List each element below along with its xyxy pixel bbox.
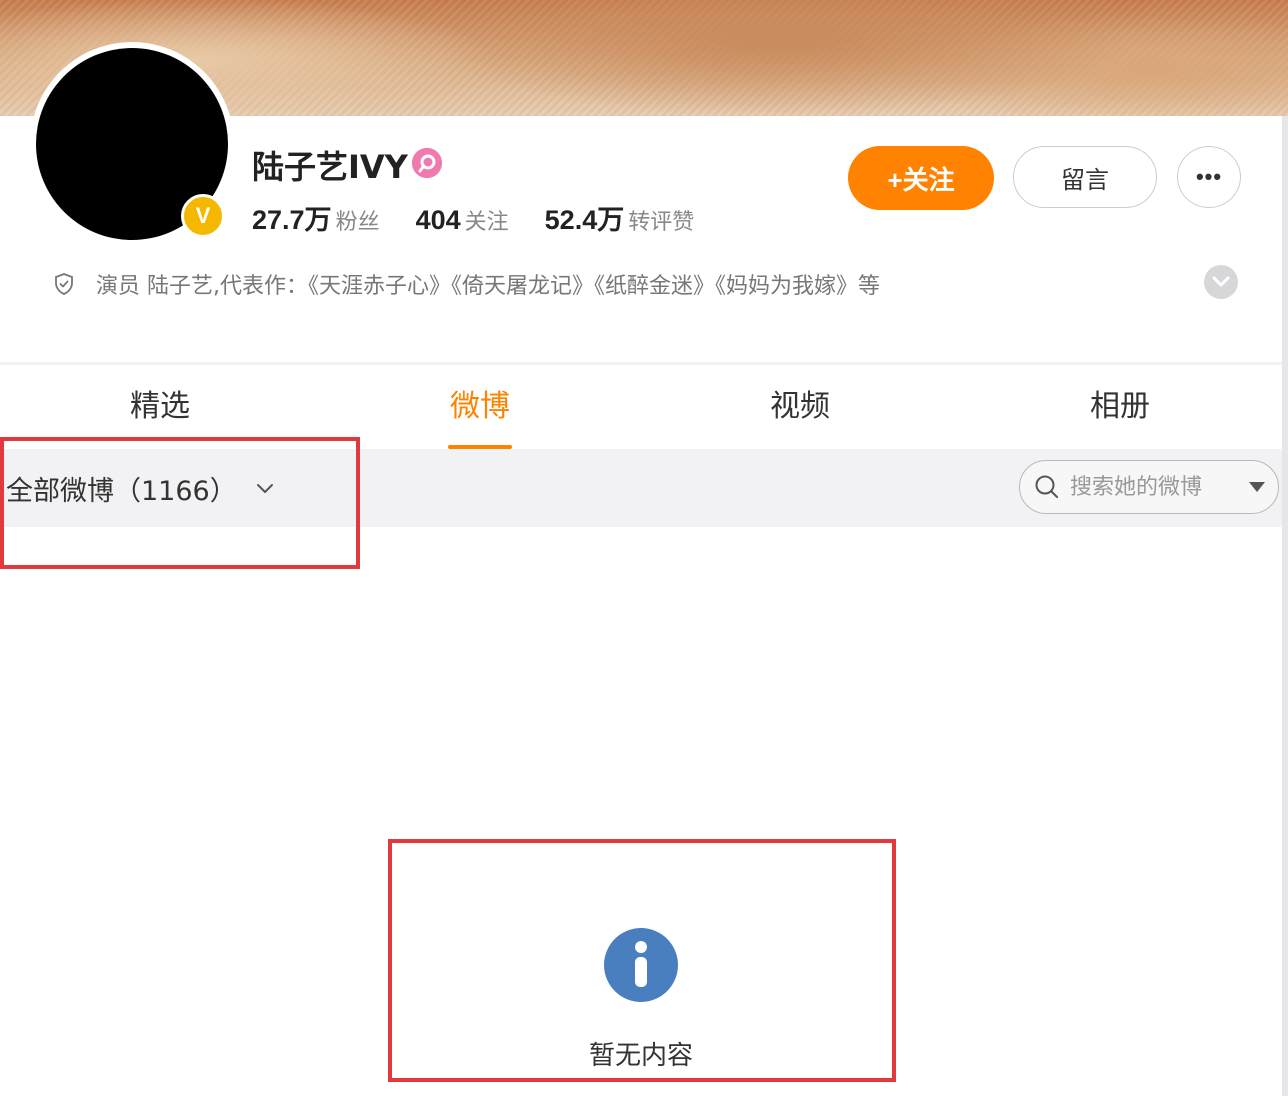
shield-icon — [55, 273, 73, 295]
caret-down-icon[interactable] — [1248, 481, 1266, 493]
search-box[interactable] — [1019, 460, 1279, 514]
search-input[interactable] — [1070, 474, 1230, 500]
stat-fans[interactable]: 27.7万 粉丝 — [252, 198, 380, 237]
stat-fans-value: 27.7万 — [252, 205, 332, 235]
stats-row: 27.7万 粉丝 404 关注 52.4万 转评赞 — [252, 198, 730, 237]
expand-bio-button[interactable] — [1204, 265, 1238, 299]
chevron-down-icon — [1212, 276, 1230, 287]
bio-text: 演员 陆子艺,代表作：《天涯赤子心》《倚天屠龙记》《纸醉金迷》《妈妈为我嫁》等 — [96, 274, 880, 299]
stat-following[interactable]: 404 关注 — [416, 204, 509, 236]
stat-following-value: 404 — [415, 205, 461, 235]
member-icon[interactable] — [412, 148, 442, 178]
scrollbar-track[interactable] — [1282, 116, 1288, 1096]
tab-videos[interactable]: 视频 — [640, 365, 960, 449]
stat-reposts-value: 52.4万 — [544, 205, 625, 235]
tab-weibo[interactable]: 微博 — [320, 365, 640, 449]
highlight-box-filter — [0, 437, 360, 569]
highlight-box-empty-state — [388, 839, 896, 1082]
tab-albums[interactable]: 相册 — [960, 365, 1280, 449]
user-name: 陆子艺IVY — [252, 148, 408, 186]
follow-button[interactable]: +关注 — [848, 146, 994, 210]
more-options-button[interactable]: ••• — [1177, 146, 1241, 208]
search-icon — [1035, 475, 1058, 498]
message-button[interactable]: 留言 — [1013, 146, 1157, 208]
stat-following-label: 关注 — [464, 210, 509, 235]
stat-reposts[interactable]: 52.4万 转评赞 — [545, 198, 695, 237]
verified-icon: V — [181, 194, 225, 238]
stat-fans-label: 粉丝 — [335, 210, 380, 235]
stat-reposts-label: 转评赞 — [628, 210, 695, 235]
member-glyph-icon — [412, 148, 442, 178]
bio-row: 演员 陆子艺,代表作：《天涯赤子心》《倚天屠龙记》《纸醉金迷》《妈妈为我嫁》等 — [52, 268, 880, 300]
